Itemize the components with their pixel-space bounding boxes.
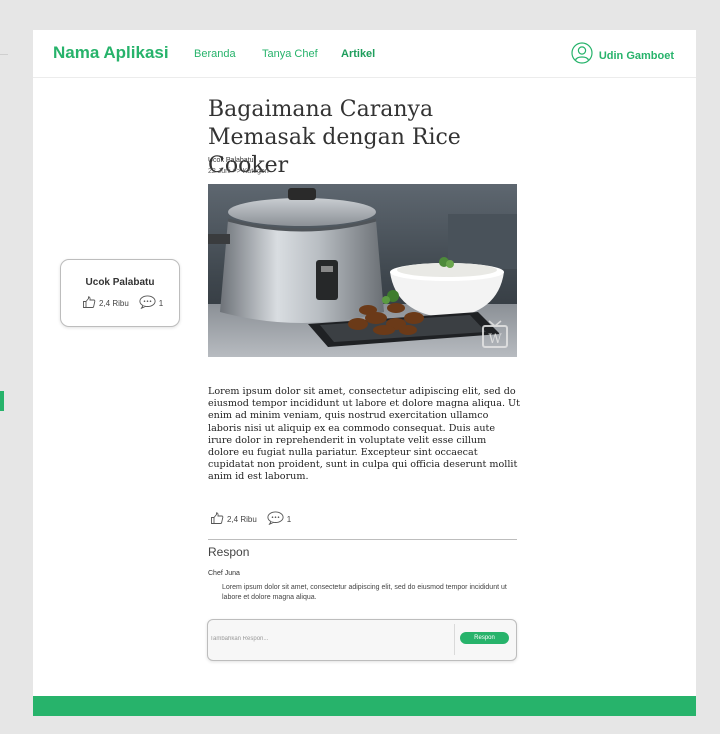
author-card[interactable]: Ucok Palabatu 2,4 Ribu 1 [60, 259, 180, 327]
article-hero-image: W [208, 184, 517, 357]
article-stats: 2,4 Ribu 1 [210, 511, 291, 527]
background-accent [0, 391, 4, 411]
nav-artikel[interactable]: Artikel [341, 48, 375, 60]
article-body: Lorem ipsum dolor sit amet, consectetur … [208, 386, 520, 483]
background-divider [0, 54, 8, 55]
thumbs-up-icon[interactable] [82, 295, 96, 311]
submit-response-button[interactable]: Respon [460, 632, 509, 644]
user-name: Udin Gamboet [598, 49, 674, 62]
article-likes: 2,4 Ribu [227, 514, 257, 524]
page-card: Nama Aplikasi Beranda Tanya Chef Artikel… [33, 30, 696, 700]
author-card-comments: 1 [158, 298, 164, 308]
rice-cooker-illustration: W [208, 184, 517, 357]
speech-bubble-icon[interactable] [139, 295, 156, 311]
svg-text:W: W [488, 332, 502, 347]
responses-divider [208, 539, 517, 540]
footer-bar [33, 696, 696, 716]
article-date-category: 22 Juni >> Kategori [208, 168, 269, 175]
author-card-name: Ucok Palabatu [85, 277, 155, 288]
nav-tanya-chef[interactable]: Tanya Chef [262, 48, 318, 60]
response-form: Respon [207, 619, 517, 661]
responses-heading: Respon [208, 545, 250, 559]
navbar: Nama Aplikasi Beranda Tanya Chef Artikel… [33, 30, 696, 78]
article-author[interactable]: Ucok Palabatu [208, 157, 254, 164]
comment-author[interactable]: Chef Juna [208, 570, 240, 577]
author-card-likes: 2,4 Ribu [99, 298, 129, 308]
speech-bubble-icon[interactable] [267, 511, 284, 527]
response-input[interactable] [210, 626, 450, 652]
article-comments: 1 [286, 514, 292, 524]
author-card-stats: 2,4 Ribu 1 [82, 295, 163, 311]
user-menu[interactable]: Udin Gamboet [571, 42, 674, 69]
app-brand[interactable]: Nama Aplikasi [53, 43, 169, 63]
comment-text: Lorem ipsum dolor sit amet, consectetur … [222, 584, 507, 601]
user-avatar-icon [571, 42, 593, 69]
thumbs-up-icon[interactable] [210, 511, 224, 527]
response-separator [454, 624, 455, 655]
nav-beranda[interactable]: Beranda [194, 48, 236, 60]
